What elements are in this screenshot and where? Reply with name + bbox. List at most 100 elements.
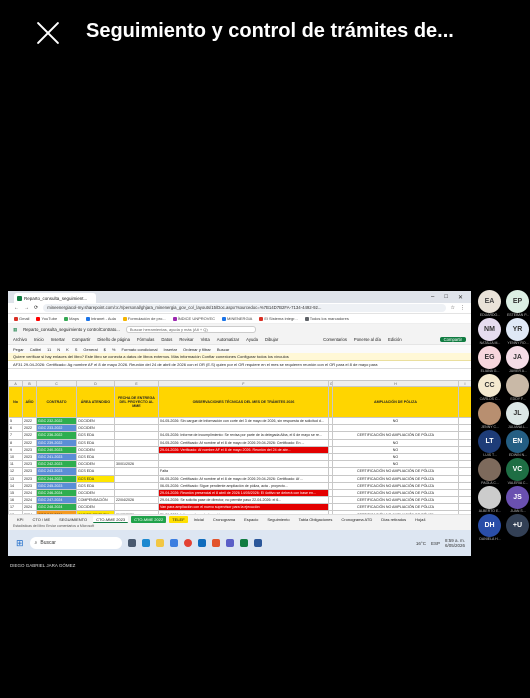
menu-item[interactable]: Insertar: [51, 337, 65, 342]
menu-item-right[interactable]: Ponerse al día: [354, 337, 381, 342]
participant-avatar[interactable]: EP: [506, 290, 529, 313]
cell-year[interactable]: 2024: [22, 496, 37, 505]
cell-no[interactable]: 13: [8, 474, 23, 483]
cell-end[interactable]: [458, 438, 471, 447]
chrome-icon[interactable]: [183, 539, 192, 547]
cell-end[interactable]: [458, 496, 471, 505]
ribbon-button[interactable]: General: [83, 347, 97, 352]
cell-contract[interactable]: GGC 247-2024: [36, 496, 77, 505]
ribbon-button[interactable]: Ordenar y filtrar: [183, 347, 211, 352]
task-view-icon[interactable]: [127, 539, 136, 547]
menu-item[interactable]: Compartir: [72, 337, 90, 342]
browser-tab[interactable]: Reparto_consulta_seguimient...: [14, 293, 96, 303]
sheet-tab[interactable]: CTO-MME 2022: [131, 515, 167, 523]
cell-contract[interactable]: GGC 240-2023: [36, 445, 77, 454]
close-icon[interactable]: [34, 19, 62, 47]
address-bar[interactable]: mineenergiacol-my.sharepoint.com/:x:/r/p…: [43, 304, 446, 312]
cell-no[interactable]: 5: [8, 416, 23, 426]
ribbon-button[interactable]: Insertar: [163, 347, 177, 352]
cell-poliza[interactable]: NO: [332, 452, 459, 462]
cell-year[interactable]: 2022: [22, 424, 37, 433]
menu-item-right[interactable]: Edición: [388, 337, 402, 342]
cell-end[interactable]: [458, 460, 471, 469]
table-header-cell[interactable]: FECHA DE ENTREGA DEL PROYECTO AL MME: [114, 386, 159, 418]
cell-year[interactable]: 2023: [22, 460, 37, 469]
menu-item[interactable]: Archivo: [13, 337, 27, 342]
cell-contract[interactable]: GGC 242-2023: [36, 460, 77, 469]
participant-avatar[interactable]: NM: [478, 318, 501, 341]
cell-obs[interactable]: [158, 452, 329, 462]
bookmark-item[interactable]: Formulación de pro...: [122, 316, 166, 321]
cell-area[interactable]: COMPENSACIÓN: [76, 496, 115, 505]
cell-poliza[interactable]: NO: [332, 416, 459, 426]
ribbon-button[interactable]: Formato condicional: [121, 347, 157, 352]
cell-area[interactable]: GCS EDA: [76, 438, 115, 447]
menu-item[interactable]: Automatizar: [217, 337, 239, 342]
cell-year[interactable]: 2022: [22, 438, 37, 447]
bookmark-item[interactable]: Maps: [64, 316, 79, 321]
menu-item[interactable]: Vista: [201, 337, 210, 342]
sheet-tab[interactable]: Cronograma: [210, 516, 238, 523]
cell-end[interactable]: [458, 467, 471, 476]
windows-start-icon[interactable]: ⊞: [16, 538, 24, 549]
cell-obs[interactable]: 04-05-2026: Sin cargue de información co…: [158, 416, 329, 426]
participant-avatar[interactable]: JL: [506, 402, 529, 425]
ribbon-button[interactable]: K: [66, 347, 69, 352]
formula-bar[interactable]: AF31 29-04-2026: Certificado: Ag nombre …: [8, 361, 471, 369]
store-icon[interactable]: [169, 539, 178, 547]
menu-item[interactable]: Fórmulas: [137, 337, 154, 342]
cell-no[interactable]: 17: [8, 503, 23, 512]
ribbon-button[interactable]: $: [104, 347, 106, 352]
cell-poliza[interactable]: NO: [332, 460, 459, 469]
cell-area[interactable]: OCCIDEN: [76, 460, 115, 469]
cell-date[interactable]: 30/01/2026: [114, 460, 159, 469]
menu-item[interactable]: Ayuda: [246, 337, 258, 342]
teams-icon[interactable]: [225, 539, 234, 547]
cell-poliza[interactable]: NO: [332, 445, 459, 454]
reload-icon[interactable]: ⟳: [34, 305, 38, 311]
bookmark-item[interactable]: ÍNDICE UNPROVEC: [172, 316, 215, 321]
file-explorer-icon[interactable]: [155, 539, 164, 547]
cell-contract[interactable]: GGC 232-2022: [36, 416, 77, 426]
cell-obs[interactable]: Van para ampliación con el nuevo supervi…: [158, 503, 329, 512]
table-header-cell[interactable]: No: [8, 386, 23, 418]
cell-contract[interactable]: GGC 233-2022: [36, 424, 77, 433]
menu-item[interactable]: Inicio: [34, 337, 44, 342]
cell-year[interactable]: 2023: [22, 445, 37, 454]
cell-poliza[interactable]: CERTIFICACIÓN NO AMPLIACIÓN DE PÓLIZA: [332, 467, 459, 476]
cell-no[interactable]: 16: [8, 496, 23, 505]
sheet-tab[interactable]: Días retirados: [378, 516, 409, 523]
participant-avatar[interactable]: JA: [506, 346, 529, 369]
menu-item[interactable]: Revisar: [179, 337, 193, 342]
participant-avatar[interactable]: EG: [478, 346, 501, 369]
sheet-tab[interactable]: SEGUIMIENTO: [56, 516, 90, 523]
share-button[interactable]: Compartir: [439, 337, 466, 342]
cell-end[interactable]: [458, 416, 471, 426]
cell-date[interactable]: [114, 438, 159, 447]
cell-area[interactable]: GCS EDA: [76, 467, 115, 476]
cell-contract[interactable]: GGC 236-2022: [36, 431, 77, 440]
sheet-tab[interactable]: Espacio: [241, 516, 261, 523]
sheet-tab[interactable]: TELEF: [169, 515, 188, 523]
cell-contract[interactable]: GGC 241-2023: [36, 452, 77, 462]
cell-no[interactable]: 15: [8, 488, 23, 498]
cell-area[interactable]: OCCIDEN: [76, 503, 115, 512]
cell-year[interactable]: 2023: [22, 452, 37, 462]
sheet-tab[interactable]: KPI: [14, 516, 26, 523]
participant-avatar[interactable]: [478, 458, 501, 481]
back-icon[interactable]: ←: [14, 305, 19, 311]
bookmark-item[interactable]: El Sistema integr...: [259, 316, 298, 321]
cell-date[interactable]: [114, 488, 159, 498]
cell-no[interactable]: 11: [8, 460, 23, 469]
cell-year[interactable]: 2024: [22, 503, 37, 512]
cell-contract[interactable]: GGC 243-2023: [36, 467, 77, 476]
cell-end[interactable]: [458, 424, 471, 433]
taskbar-search[interactable]: ⌕ Buscar: [29, 537, 122, 549]
cell-poliza[interactable]: CERTIFICACIÓN NO AMPLIACIÓN DE PÓLIZA: [332, 474, 459, 483]
outlook-icon[interactable]: [197, 539, 206, 547]
ribbon-button[interactable]: Buscar: [217, 347, 229, 352]
participant-avatar[interactable]: [478, 402, 501, 425]
cell-year[interactable]: 2023: [22, 474, 37, 483]
cell-year[interactable]: 2023: [22, 481, 37, 490]
cell-date[interactable]: [114, 445, 159, 454]
